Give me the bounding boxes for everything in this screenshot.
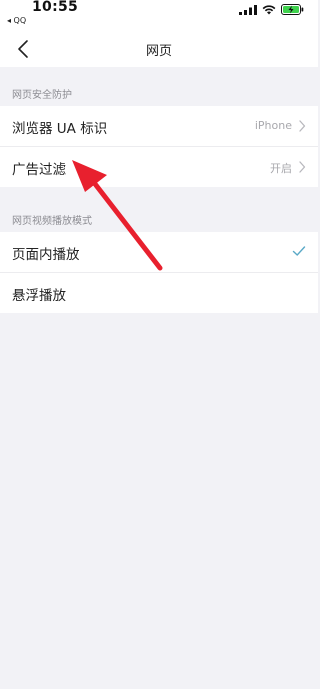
ad-filter-label: 广告过滤 <box>12 162 66 178</box>
inline-play-row[interactable]: 页面内播放 <box>0 232 318 273</box>
section-header-security: 网页安全防护 <box>12 90 72 101</box>
wifi-icon <box>262 4 276 14</box>
floating-play-label: 悬浮播放 <box>12 288 66 304</box>
status-icons <box>239 4 304 15</box>
signal-icon <box>239 4 257 15</box>
ad-filter-value: 开启 <box>270 162 292 175</box>
browser-ua-value: iPhone <box>254 119 292 132</box>
security-group: 浏览器 UA 标识 iPhone 广告过滤 开启 <box>0 106 318 187</box>
inline-play-label: 页面内播放 <box>12 247 80 263</box>
section-header-video: 网页视频播放模式 <box>12 216 92 227</box>
chevron-right-icon <box>299 120 306 132</box>
checkmark-icon <box>292 246 306 256</box>
back-to-app-link[interactable]: ◂ QQ <box>7 16 26 25</box>
chevron-right-icon <box>299 161 306 173</box>
ad-filter-row[interactable]: 广告过滤 开启 <box>0 147 318 187</box>
annotation-arrow-icon <box>72 160 163 271</box>
floating-play-row[interactable]: 悬浮播放 <box>0 273 318 313</box>
status-bar: 10:55 ◂ QQ <box>0 0 318 30</box>
browser-ua-label: 浏览器 UA 标识 <box>12 121 108 137</box>
status-time: 10:55 <box>32 0 79 15</box>
nav-bar: 网页 <box>0 30 318 67</box>
browser-ua-row[interactable]: 浏览器 UA 标识 iPhone <box>0 106 318 147</box>
video-mode-group: 页面内播放 悬浮播放 <box>0 232 318 313</box>
battery-charging-icon <box>281 4 304 15</box>
page-title: 网页 <box>145 44 172 59</box>
